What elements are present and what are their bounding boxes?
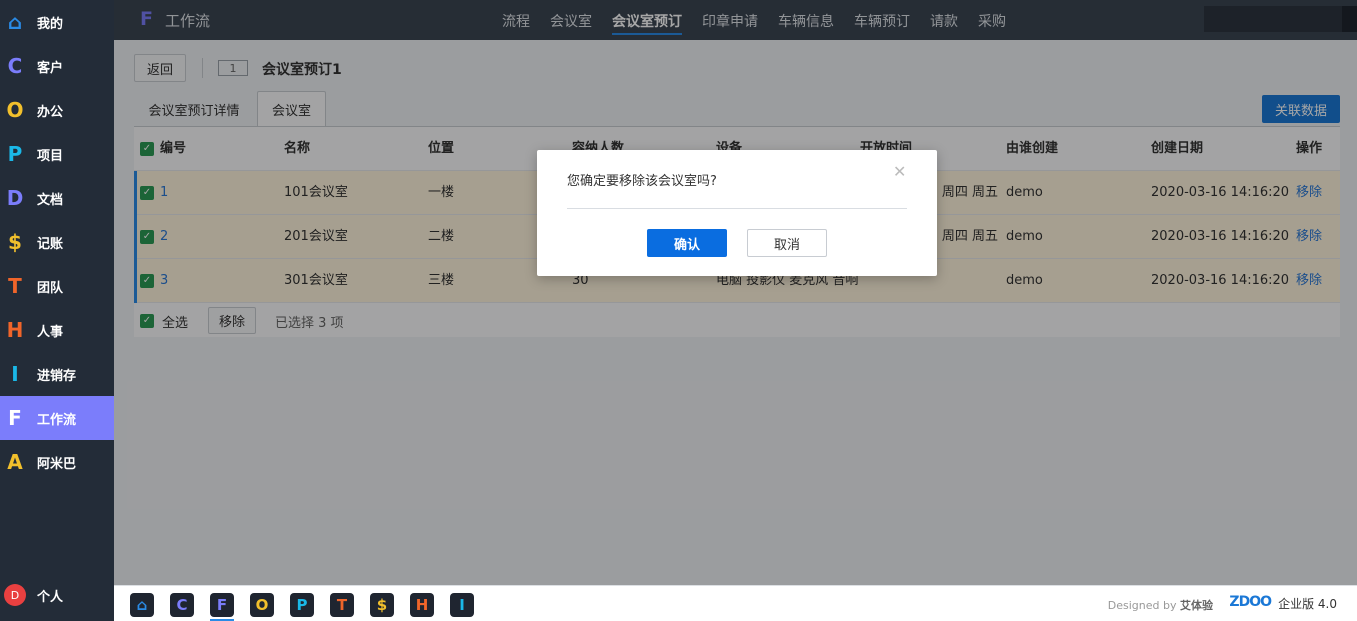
letter-d-icon: D: [6, 186, 24, 210]
dialog-divider: [567, 208, 907, 209]
sidebar-item-7[interactable]: H 人事: [0, 308, 114, 352]
letter-c-icon: C: [7, 54, 23, 78]
sidebar-item-0[interactable]: ⌂ 我的: [0, 0, 114, 44]
dock-home-icon[interactable]: ⌂: [130, 593, 154, 617]
sidebar-item-label: 办公: [37, 104, 64, 120]
modal-overlay[interactable]: [114, 0, 1357, 585]
sidebar-item-label: 团队: [37, 280, 64, 296]
personal-menu[interactable]: D 个人: [0, 578, 114, 612]
sidebar-item-10[interactable]: A 阿米巴: [0, 440, 114, 484]
dock-letter-i-icon[interactable]: I: [450, 593, 474, 617]
zdoo-logo: ZDOO: [1229, 594, 1272, 610]
sidebar-item-label: 进销存: [37, 368, 77, 384]
dock-letter-t-icon[interactable]: T: [330, 593, 354, 617]
sidebar-item-1[interactable]: C 客户: [0, 44, 114, 88]
letter-a-icon: A: [7, 450, 23, 474]
sidebar-item-label: 记账: [37, 236, 64, 252]
dock-letter-o-icon[interactable]: O: [250, 593, 274, 617]
confirm-button[interactable]: 确认: [647, 229, 727, 257]
letter-p-icon: P: [7, 142, 23, 166]
designed-by: Designed by 艾体验: [1107, 599, 1213, 612]
sidebar-item-label: 阿米巴: [37, 456, 77, 472]
letter-o-icon: O: [6, 98, 24, 122]
confirm-dialog: 您确定要移除该会议室吗? ✕ 确认 取消: [537, 150, 937, 276]
sidebar-item-6[interactable]: T 团队: [0, 264, 114, 308]
bottom-dock: Designed by 艾体验 ZDOO 企业版 4.0 ⌂ C F O P T $ H I: [114, 585, 1357, 621]
personal-label: 个人: [37, 589, 64, 605]
letter-t-icon: T: [8, 274, 22, 298]
sidebar-item-label: 人事: [37, 324, 64, 340]
dock-dollar-icon[interactable]: $: [370, 593, 394, 617]
sidebar-item-9[interactable]: F 工作流: [0, 396, 114, 440]
letter-i-icon: I: [11, 362, 19, 386]
sidebar-item-5[interactable]: $ 记账: [0, 220, 114, 264]
sidebar-item-label: 客户: [37, 60, 64, 76]
dock-letter-p-icon[interactable]: P: [290, 593, 314, 617]
sidebar-item-label: 我的: [37, 16, 64, 32]
sidebar-item-8[interactable]: I 进销存: [0, 352, 114, 396]
sidebar-item-2[interactable]: O 办公: [0, 88, 114, 132]
sidebar: ⌂ 我的 C 客户 O 办公 P 项目 D 文档 $ 记账 T 团队 H 人事 I 进销存 F 工作流 A 阿米巴: [0, 0, 114, 621]
avatar: D: [4, 584, 26, 606]
home-icon: ⌂: [7, 10, 23, 34]
dialog-message: 您确定要移除该会议室吗?: [567, 174, 717, 189]
dollar-icon: $: [8, 230, 22, 254]
edition-label: 企业版 4.0: [1278, 597, 1337, 611]
sidebar-item-label: 工作流: [37, 412, 77, 428]
sidebar-item-3[interactable]: P 项目: [0, 132, 114, 176]
sidebar-item-label: 文档: [37, 192, 64, 208]
dock-letter-f-icon[interactable]: F: [210, 593, 234, 617]
letter-h-icon: H: [6, 318, 24, 342]
sidebar-item-4[interactable]: D 文档: [0, 176, 114, 220]
sidebar-item-label: 项目: [37, 148, 64, 164]
cancel-button[interactable]: 取消: [747, 229, 827, 257]
letter-f-icon: F: [8, 406, 22, 430]
dock-letter-c-icon[interactable]: C: [170, 593, 194, 617]
dock-letter-h-icon[interactable]: H: [410, 593, 434, 617]
close-icon[interactable]: ✕: [893, 162, 906, 181]
